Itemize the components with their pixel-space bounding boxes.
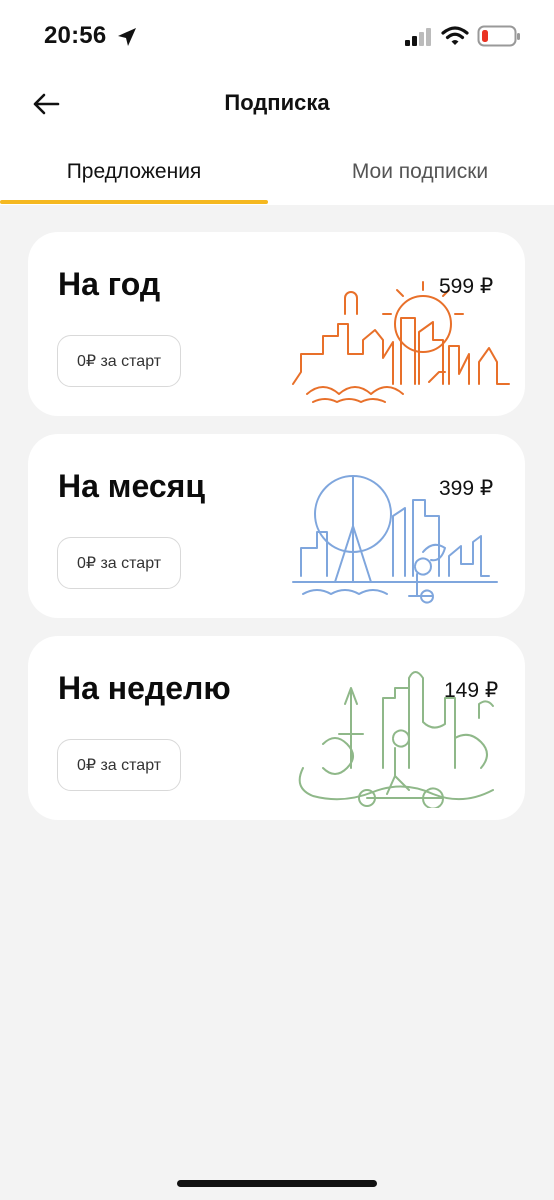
navigation-bar: Подписка: [0, 78, 554, 130]
plan-title: На неделю: [58, 670, 231, 706]
tab-offers[interactable]: Предложения: [0, 145, 268, 205]
free-start-button[interactable]: 0₽ за старт: [57, 739, 181, 791]
plan-price: 599 ₽: [439, 275, 494, 298]
status-time: 20:56: [44, 22, 107, 49]
plan-price: 399 ₽: [439, 477, 494, 500]
plan-card-year[interactable]: На год 0₽ за старт 599 ₽: [28, 232, 525, 416]
plan-title: На год: [58, 266, 161, 302]
location-arrow-icon: [118, 28, 136, 46]
free-start-button[interactable]: 0₽ за старт: [57, 537, 181, 589]
battery-low-icon: [477, 25, 520, 47]
free-start-button[interactable]: 0₽ за старт: [57, 335, 181, 387]
tab-bar: Предложения Мои подписки: [0, 145, 554, 205]
home-indicator: [177, 1180, 377, 1187]
cellular-signal-icon: [405, 28, 431, 46]
plan-card-month[interactable]: На месяц 0₽ за старт 399 ₽: [28, 434, 525, 618]
page-title: Подписка: [224, 90, 330, 115]
plan-price: 149 ₽: [444, 679, 499, 702]
plan-title: На месяц: [58, 468, 205, 504]
tab-my-subscriptions[interactable]: Мои подписки: [286, 145, 554, 205]
top-bar: 20:56 Подписка Предложения Мои подписки: [0, 0, 554, 205]
status-bar: 20:56: [0, 0, 554, 70]
active-tab-indicator: [0, 200, 268, 204]
plan-card-week[interactable]: На неделю 0₽ за старт 149 ₽: [28, 636, 525, 820]
wifi-icon: [441, 26, 469, 45]
